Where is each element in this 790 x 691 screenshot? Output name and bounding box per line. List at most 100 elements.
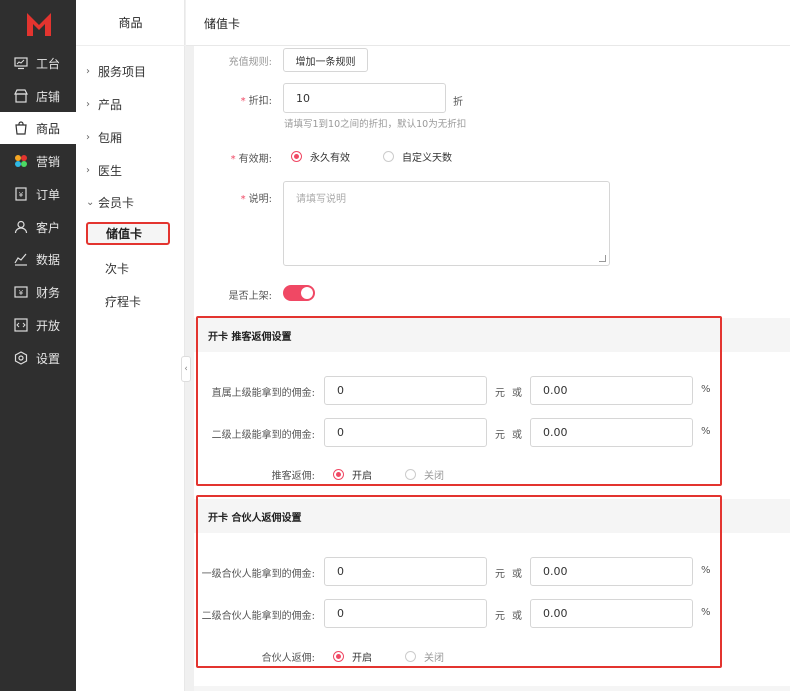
store-icon (14, 89, 28, 103)
monitor-icon (14, 56, 28, 70)
yuan-unit: 元 (495, 569, 505, 580)
nav-item-settings[interactable]: 设置 (0, 342, 76, 374)
second-commission-label: 二级上级能拿到的佣金: (211, 430, 315, 441)
bottom-divider (194, 686, 790, 691)
direct-commission-label: 直属上级能拿到的佣金: (211, 388, 315, 399)
yuan-unit: 元 (495, 611, 505, 622)
discount-unit: 折 (453, 97, 463, 108)
nav-item-marketing[interactable]: 营销 (0, 145, 76, 177)
nav-item-store[interactable]: 店铺 (0, 80, 76, 112)
partner-second-percent-input[interactable]: 0.00 (530, 599, 693, 628)
radio-unchecked-icon (405, 469, 416, 480)
radio-label: 自定义天数 (402, 153, 452, 164)
recommend-rebate-off-radio[interactable]: 关闭 (405, 467, 444, 482)
subside-group-label: 医生 (98, 164, 123, 178)
nav-label: 店铺 (36, 89, 61, 104)
subside-item-stored-value-card[interactable]: 储值卡 (86, 222, 170, 245)
nav-label: 财务 (36, 285, 61, 300)
subside-group-rooms[interactable]: › 包厢 (86, 129, 122, 146)
toggle-knob (301, 287, 313, 299)
yuan-unit: 元 (495, 430, 505, 441)
nav-item-open[interactable]: 开放 (0, 309, 76, 341)
direct-commission-percent-input[interactable]: 0.00 (530, 376, 693, 405)
form-content (194, 46, 790, 691)
add-rule-button[interactable]: 增加一条规则 (283, 48, 368, 72)
discount-label: * 折扣: (240, 96, 272, 107)
validity-label: * 有效期: (230, 154, 272, 165)
nav-item-data[interactable]: 数据 (0, 243, 76, 275)
discount-input[interactable]: 10 (283, 83, 446, 113)
finance-icon: ¥ (14, 285, 28, 299)
chevron-right-icon: › (86, 132, 90, 143)
nav-item-finance[interactable]: ¥ 财务 (0, 276, 76, 308)
recommend-rebate-label: 推客返佣: (271, 471, 315, 482)
app-logo-icon (27, 13, 51, 36)
recommend-section-title: 开卡 推客返佣设置 (194, 318, 790, 352)
nav-item-workbench[interactable]: 工台 (0, 47, 76, 79)
partner-first-percent-input[interactable]: 0.00 (530, 557, 693, 586)
description-label: * 说明: (240, 194, 272, 205)
validity-custom-radio[interactable]: 自定义天数 (383, 149, 452, 164)
subside-group-membership[interactable]: ⌄ 会员卡 (86, 194, 134, 211)
partner-rebate-label: 合伙人返佣: (261, 653, 315, 664)
nav-label: 客户 (36, 220, 61, 235)
partner-first-amount-input[interactable]: 0 (324, 557, 487, 586)
recharge-rule-label: 充值规则: (228, 57, 272, 68)
radio-unchecked-icon (383, 151, 394, 162)
subside-group-services[interactable]: › 服务项目 (86, 63, 146, 80)
subside-group-doctors[interactable]: › 医生 (86, 162, 122, 179)
partner-rebate-on-radio[interactable]: 开启 (333, 649, 372, 664)
nav-label: 开放 (36, 318, 61, 333)
user-icon (14, 220, 28, 234)
chevron-right-icon: › (86, 99, 90, 110)
subside-item-course-card[interactable]: 疗程卡 (105, 293, 141, 310)
radio-label: 关闭 (424, 653, 444, 664)
partner-second-amount-input[interactable]: 0 (324, 599, 487, 628)
subside-item-times-card[interactable]: 次卡 (105, 260, 129, 277)
nav-item-orders[interactable]: ¥ 订单 (0, 178, 76, 210)
order-icon: ¥ (14, 187, 28, 201)
validity-permanent-radio[interactable]: 永久有效 (291, 149, 350, 164)
percent-sign: % (701, 426, 711, 437)
main-sidebar: 工台 店铺 商品 营销 ¥ 订单 客户 数据 ¥ 财务 开放 设置 (0, 0, 76, 691)
resize-handle-icon[interactable] (599, 255, 606, 262)
radio-label: 关闭 (424, 471, 444, 482)
second-commission-percent-input[interactable]: 0.00 (530, 418, 693, 447)
chevron-down-icon: ⌄ (86, 197, 95, 208)
subside-group-products[interactable]: › 产品 (86, 96, 122, 113)
yuan-unit: 元 (495, 388, 505, 399)
radio-checked-icon (333, 469, 344, 480)
radio-unchecked-icon (405, 651, 416, 662)
subside-group-label: 产品 (98, 98, 123, 112)
direct-commission-amount-input[interactable]: 0 (324, 376, 487, 405)
or-text: 或 (512, 569, 522, 580)
nav-label: 商品 (36, 121, 61, 136)
chevron-right-icon: › (86, 165, 90, 176)
second-commission-amount-input[interactable]: 0 (324, 418, 487, 447)
radio-label: 开启 (352, 653, 372, 664)
collapse-sidebar-button[interactable]: ‹ (181, 356, 191, 382)
settings-icon (14, 351, 28, 365)
marketing-icon (14, 154, 28, 168)
nav-label: 数据 (36, 252, 61, 267)
partner-rebate-off-radio[interactable]: 关闭 (405, 649, 444, 664)
or-text: 或 (512, 430, 522, 441)
page-title: 储值卡 (204, 17, 241, 31)
nav-item-customers[interactable]: 客户 (0, 211, 76, 243)
or-text: 或 (512, 611, 522, 622)
nav-label: 工台 (36, 56, 61, 71)
nav-item-products[interactable]: 商品 (0, 112, 76, 144)
code-icon (14, 318, 28, 332)
partner-first-commission-label: 一级合伙人能拿到的佣金: (201, 569, 315, 580)
shopping-bag-icon (14, 121, 28, 135)
description-textarea[interactable]: 请填写说明 (283, 181, 610, 266)
nav-label: 设置 (36, 351, 61, 366)
svg-text:¥: ¥ (19, 191, 24, 199)
listed-toggle[interactable] (283, 285, 315, 301)
percent-sign: % (701, 384, 711, 395)
recommend-rebate-on-radio[interactable]: 开启 (333, 467, 372, 482)
subside-group-label: 会员卡 (98, 196, 135, 210)
percent-sign: % (701, 607, 711, 618)
chart-icon (14, 252, 28, 266)
subside-title: 商品 (76, 0, 185, 46)
